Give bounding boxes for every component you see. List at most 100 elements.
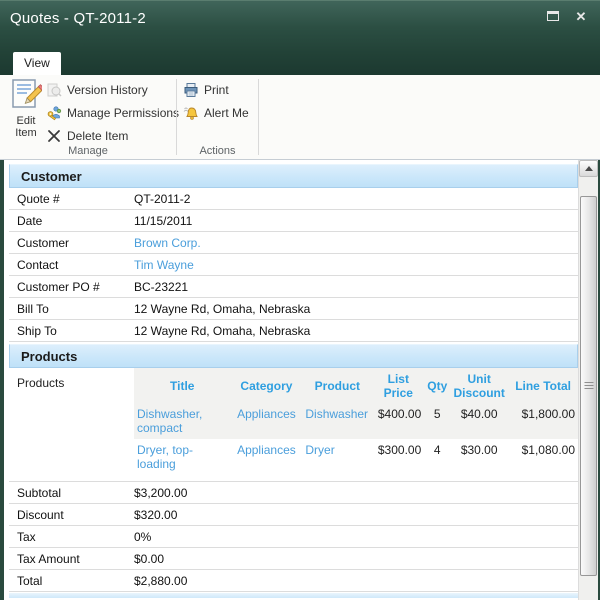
field-value: $320.00: [134, 508, 578, 522]
next-section-header-partial: [9, 592, 578, 598]
dialog-content: Customer Quote # QT-2011-2 Date 11/15/20…: [0, 160, 600, 600]
dialog-chrome: Quotes - QT-2011-2 ✕ View: [0, 0, 600, 75]
close-icon: ✕: [576, 10, 587, 23]
column-header-category[interactable]: Category: [231, 368, 303, 403]
qty-cell: 4: [424, 439, 450, 475]
delete-item-label: Delete Item: [67, 129, 128, 143]
list-price-cell: $400.00: [372, 403, 424, 439]
field-label: Customer PO #: [9, 280, 134, 294]
field-label: Customer: [9, 236, 134, 250]
column-header-product[interactable]: Product: [302, 368, 372, 403]
column-header-list-price[interactable]: List Price: [372, 368, 424, 403]
category-link[interactable]: Appliances: [237, 443, 296, 457]
products-table: Title Category Product List Price Qty Un…: [134, 368, 578, 475]
field-label: Discount: [9, 508, 134, 522]
print-button[interactable]: Print: [183, 81, 229, 99]
scrollbar-grip-icon: [584, 382, 593, 390]
field-row-tax-amount: Tax Amount $0.00: [9, 548, 578, 570]
edit-item-label-line1: Edit: [8, 115, 44, 127]
field-value: 12 Wayne Rd, Omaha, Nebraska: [134, 302, 578, 316]
field-value: 0%: [134, 530, 578, 544]
field-label: Contact: [9, 258, 134, 272]
product-link[interactable]: Dishwasher: [305, 407, 368, 421]
field-label: Quote #: [9, 192, 134, 206]
field-label: Ship To: [9, 324, 134, 338]
ribbon-group-manage: Edit Item Version History Manage Permiss…: [0, 75, 176, 159]
scrollbar-up-button[interactable]: [579, 160, 598, 177]
manage-permissions-label: Manage Permissions: [67, 106, 179, 120]
line-total-cell: $1,800.00: [508, 403, 578, 439]
product-title-link[interactable]: Dryer, top-loading: [137, 443, 193, 471]
line-total-cell: $1,080.00: [508, 439, 578, 475]
field-label: Date: [9, 214, 134, 228]
category-link[interactable]: Appliances: [237, 407, 296, 421]
section-header-customer: Customer: [9, 164, 578, 188]
edit-item-button[interactable]: Edit Item: [8, 78, 44, 144]
field-label: Subtotal: [9, 486, 134, 500]
field-value: $0.00: [134, 552, 578, 566]
tab-view[interactable]: View: [13, 52, 61, 75]
customer-link[interactable]: Brown Corp.: [134, 236, 201, 250]
manage-permissions-icon: [46, 105, 62, 121]
alert-me-icon: [183, 105, 199, 121]
field-row-discount: Discount $320.00: [9, 504, 578, 526]
version-history-label: Version History: [67, 83, 148, 97]
field-row-tax: Tax 0%: [9, 526, 578, 548]
column-header-qty[interactable]: Qty: [424, 368, 450, 403]
field-value: $2,880.00: [134, 574, 578, 588]
maximize-button[interactable]: [544, 8, 562, 24]
edit-item-label-line2: Item: [8, 127, 44, 139]
unit-discount-cell: $40.00: [450, 403, 508, 439]
ribbon-group-actions: Print Alert Me Actions: [177, 75, 258, 159]
field-label: Tax Amount: [9, 552, 134, 566]
field-label: Bill To: [9, 302, 134, 316]
print-icon: [183, 82, 199, 98]
table-row: Dryer, top-loading Appliances Dryer $300…: [134, 439, 578, 475]
field-row-products: Products Title Category Product List Pri…: [9, 368, 578, 482]
field-row-quote-number: Quote # QT-2011-2: [9, 188, 578, 210]
delete-item-button[interactable]: Delete Item: [46, 127, 128, 145]
vertical-scrollbar[interactable]: [578, 160, 598, 600]
customer-section-title: Customer: [21, 169, 82, 184]
ribbon: Edit Item Version History Manage Permiss…: [0, 75, 600, 160]
section-header-products: Products: [9, 344, 578, 368]
version-history-button[interactable]: Version History: [46, 81, 148, 99]
field-label: Products: [9, 368, 134, 390]
alert-me-button[interactable]: Alert Me: [183, 104, 249, 122]
alert-me-label: Alert Me: [204, 106, 249, 120]
products-section-title: Products: [21, 349, 77, 364]
field-row-ship-to: Ship To 12 Wayne Rd, Omaha, Nebraska: [9, 320, 578, 342]
contact-link[interactable]: Tim Wayne: [134, 258, 194, 272]
product-link[interactable]: Dryer: [305, 443, 334, 457]
form-scroll-area: Customer Quote # QT-2011-2 Date 11/15/20…: [4, 160, 578, 600]
list-price-cell: $300.00: [372, 439, 424, 475]
table-row: Dishwasher, compact Appliances Dishwashe…: [134, 403, 578, 439]
field-row-subtotal: Subtotal $3,200.00: [9, 482, 578, 504]
products-table-header-row: Title Category Product List Price Qty Un…: [134, 368, 578, 403]
field-value: QT-2011-2: [134, 192, 578, 206]
field-row-date: Date 11/15/2011: [9, 210, 578, 232]
unit-discount-cell: $30.00: [450, 439, 508, 475]
column-header-unit-discount[interactable]: Unit Discount: [450, 368, 508, 403]
field-row-contact: Contact Tim Wayne: [9, 254, 578, 276]
scroll-up-icon: [585, 166, 593, 171]
version-history-icon: [46, 82, 62, 98]
scrollbar-thumb[interactable]: [580, 196, 597, 576]
column-header-line-total[interactable]: Line Total: [508, 368, 578, 403]
titlebar: Quotes - QT-2011-2: [0, 1, 600, 31]
dialog-title: Quotes - QT-2011-2: [10, 6, 146, 27]
close-button[interactable]: ✕: [572, 8, 590, 24]
field-row-customer-po: Customer PO # BC-23221: [9, 276, 578, 298]
manage-permissions-button[interactable]: Manage Permissions: [46, 104, 179, 122]
product-title-link[interactable]: Dishwasher, compact: [137, 407, 202, 435]
field-row-bill-to: Bill To 12 Wayne Rd, Omaha, Nebraska: [9, 298, 578, 320]
ribbon-separator: [258, 79, 259, 155]
column-header-title[interactable]: Title: [134, 368, 231, 403]
field-label: Total: [9, 574, 134, 588]
field-value: BC-23221: [134, 280, 578, 294]
field-value: 12 Wayne Rd, Omaha, Nebraska: [134, 324, 578, 338]
field-row-customer: Customer Brown Corp.: [9, 232, 578, 254]
field-label: Tax: [9, 530, 134, 544]
window-controls: ✕: [544, 8, 590, 24]
actions-group-label: Actions: [177, 145, 258, 157]
